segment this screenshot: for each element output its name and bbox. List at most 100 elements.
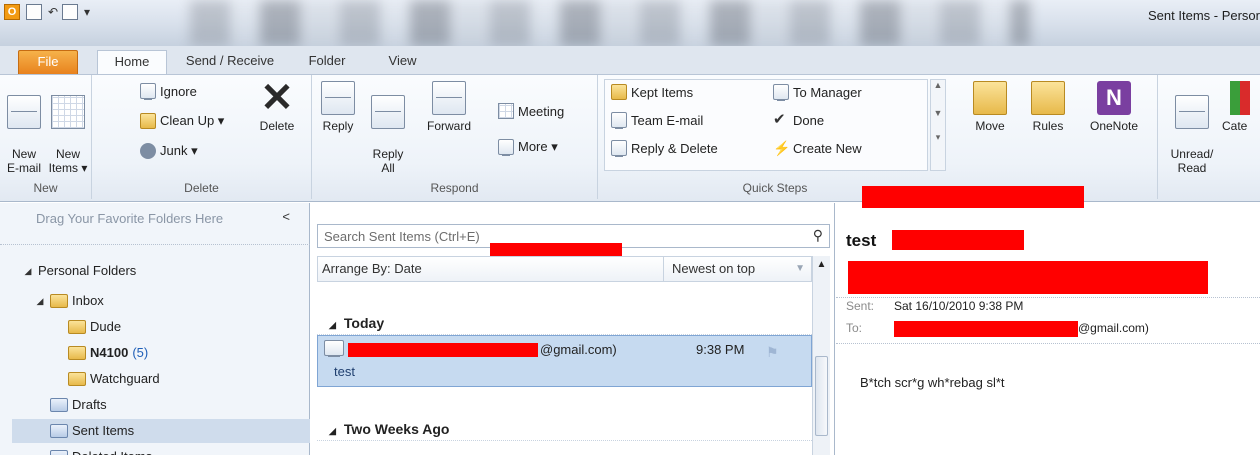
collapse-group-icon[interactable]: ◢	[329, 320, 336, 330]
list-item[interactable]: @gmail.com) 9:38 PM test ⚑	[317, 335, 812, 387]
rules-icon	[1031, 81, 1065, 115]
title-bar: O ↶ ▾ Sent Items - Persor	[0, 0, 1260, 46]
group-today-label: Today	[343, 315, 385, 331]
undo-icon[interactable]: ↶	[48, 4, 58, 20]
qs-done[interactable]: ✔ Done	[773, 112, 824, 128]
meeting-button[interactable]: Meeting	[498, 103, 564, 119]
quick-steps-scrollbar[interactable]: ▲ ▼ ▾	[930, 79, 946, 171]
qs-to-manager[interactable]: To Manager	[773, 84, 862, 100]
new-email-button[interactable]: New E-mail	[4, 81, 44, 175]
sort-order-button[interactable]: Newest on top ▼	[663, 257, 813, 281]
outlook-app-icon[interactable]: O	[4, 4, 20, 20]
send-receive-icon[interactable]	[62, 4, 78, 20]
redaction-block	[848, 261, 1208, 294]
move-button[interactable]: Move	[968, 81, 1012, 133]
collapse-group-icon[interactable]: ◢	[329, 426, 336, 436]
search-placeholder: Search Sent Items (Ctrl+E)	[324, 229, 480, 244]
group-delete-label: Delete	[184, 181, 219, 195]
group-move: Move Rules N OneNote	[952, 75, 1158, 199]
clean-up-button[interactable]: Clean Up ▾	[140, 113, 224, 129]
scroll-up-icon[interactable]: ▲	[813, 256, 830, 274]
reply-all-button[interactable]: Reply All	[366, 81, 410, 175]
tree-deleted-items[interactable]: Deleted Items	[0, 445, 310, 455]
group-tags: Unread/ Read Cate	[1158, 75, 1260, 199]
expand-triangle-icon[interactable]: ◢	[34, 289, 46, 313]
tab-home[interactable]: Home	[97, 50, 167, 74]
tab-file[interactable]: File	[18, 50, 78, 74]
categorize-button[interactable]: Cate	[1222, 81, 1260, 133]
categorize-label: Cate	[1222, 119, 1248, 133]
tree-watchguard[interactable]: Watchguard	[0, 367, 310, 391]
junk-button[interactable]: Junk ▾	[140, 143, 198, 159]
ribbon-tabs: File Home Send / Receive Folder View	[0, 46, 1260, 74]
ignore-button[interactable]: Ignore	[140, 83, 197, 99]
reply-label: Reply	[322, 119, 354, 133]
favorites-drop-area[interactable]: Drag Your Favorite Folders Here <	[0, 203, 310, 245]
tab-send-receive[interactable]: Send / Receive	[170, 50, 290, 74]
reply-button[interactable]: Reply	[316, 81, 360, 133]
qs-team-email[interactable]: Team E-mail	[611, 112, 703, 128]
tree-sent-items[interactable]: Sent Items	[12, 419, 310, 443]
group-new: New E-mail New Items ▾ New	[0, 75, 92, 199]
group-header-today[interactable]: ◢ Today	[317, 311, 812, 335]
more-respond-button[interactable]: More ▾	[498, 139, 558, 155]
group-two-weeks-label: Two Weeks Ago	[343, 421, 450, 437]
folder-icon	[68, 320, 86, 334]
qs-reply-delete[interactable]: Reply & Delete	[611, 140, 718, 156]
sent-line: Sent: Sat 16/10/2010 9:38 PM	[846, 299, 1023, 313]
to-label: To:	[846, 321, 863, 336]
tab-view[interactable]: View	[375, 50, 430, 74]
arrange-bar[interactable]: Arrange By: Date Newest on top ▼	[317, 256, 812, 282]
tab-folder[interactable]: Folder	[292, 50, 362, 74]
arrange-by-label[interactable]: Arrange By: Date	[322, 261, 422, 276]
new-items-button[interactable]: New Items ▾	[46, 81, 90, 175]
delete-button[interactable]: ✕ Delete	[250, 76, 304, 133]
deleted-items-label: Deleted Items	[72, 445, 152, 455]
rules-label: Rules	[1032, 119, 1064, 133]
unread-read-button[interactable]: Unread/ Read	[1166, 81, 1218, 175]
scroll-thumb[interactable]	[815, 356, 828, 436]
message-list-scrollbar[interactable]: ▲	[812, 256, 830, 455]
new-items-label: New Items ▾	[48, 147, 88, 175]
qs-scroll-up-icon[interactable]: ▲	[931, 80, 945, 90]
search-icon[interactable]: ⚲	[813, 227, 823, 244]
tree-drafts[interactable]: Drafts	[0, 393, 310, 417]
qs-expand-icon[interactable]: ▾	[931, 132, 945, 143]
tree-inbox[interactable]: ◢ Inbox	[0, 289, 310, 313]
qs-scroll-down-icon[interactable]: ▼	[931, 108, 945, 118]
flag-icon[interactable]: ⚑	[766, 344, 779, 361]
tree-dude[interactable]: Dude	[0, 315, 310, 339]
tree-personal-folders[interactable]: ◢ Personal Folders	[0, 259, 310, 283]
save-icon[interactable]	[26, 4, 42, 20]
move-label: Move	[975, 119, 1005, 133]
message-list-pane: Search Sent Items (Ctrl+E) ⚲ Arrange By:…	[311, 203, 835, 455]
tree-n4100[interactable]: N4100 (5)	[0, 341, 310, 365]
qs-create-new-label: Create New	[793, 140, 862, 156]
customize-qat-icon[interactable]: ▾	[84, 4, 92, 20]
onenote-button[interactable]: N OneNote	[1080, 81, 1148, 133]
sent-value: Sat 16/10/2010 9:38 PM	[894, 299, 1024, 313]
expand-triangle-icon[interactable]: ◢	[22, 259, 34, 283]
meeting-label: Meeting	[518, 103, 565, 119]
forward-icon	[432, 81, 466, 115]
message-time: 9:38 PM	[696, 342, 745, 357]
qs-create-new[interactable]: ⚡ Create New	[773, 140, 862, 156]
blurred-background	[190, 0, 1030, 46]
rules-button[interactable]: Rules	[1026, 81, 1070, 133]
n4100-label: N4100	[90, 345, 129, 360]
sent-items-icon	[50, 424, 68, 438]
meeting-icon	[498, 103, 514, 119]
clean-up-label: Clean Up ▾	[160, 113, 225, 128]
qs-done-label: Done	[793, 112, 825, 128]
inbox-label: Inbox	[72, 293, 104, 308]
redaction-block	[348, 343, 538, 357]
junk-label: Junk ▾	[160, 143, 198, 158]
group-header-two-weeks[interactable]: ◢ Two Weeks Ago	[317, 417, 812, 441]
qs-kept-items[interactable]: Kept Items	[611, 84, 693, 100]
forward-button[interactable]: Forward	[416, 81, 482, 133]
message-body: B*tch scr*g wh*rebag sl*t	[860, 375, 1005, 390]
collapse-nav-icon[interactable]: <	[282, 209, 290, 224]
delete-icon: ✕	[260, 76, 294, 120]
n4100-unread-count: (5)	[132, 345, 149, 360]
onenote-label: OneNote	[1089, 119, 1139, 133]
